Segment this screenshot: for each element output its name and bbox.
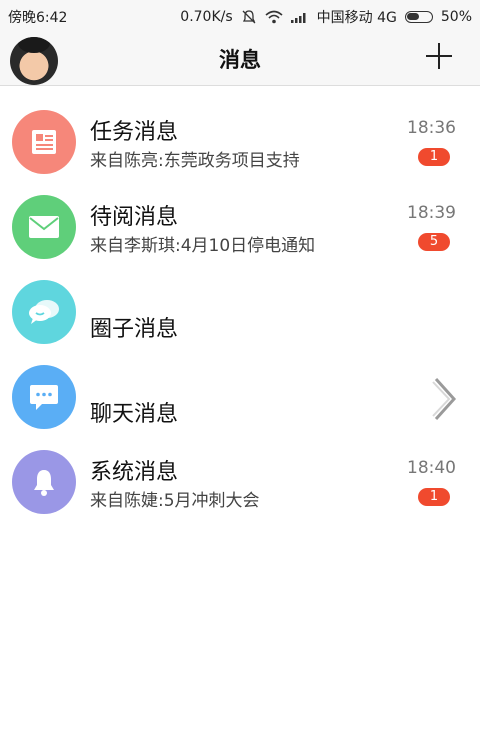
item-time: 18:36 [407, 118, 456, 138]
chevron-right-icon[interactable] [432, 377, 458, 421]
envelope-icon [12, 195, 76, 259]
message-list: 任务消息 来自陈亮:东莞政务项目支持 18:36 1 待阅消息 来自李斯琪:4月… [0, 86, 480, 514]
status-time: 傍晚6:42 [8, 10, 68, 26]
item-subtitle: 来自陈婕:5月冲刺大会 [90, 491, 260, 511]
status-bar: 傍晚6:42 0.70K/s 中国移动 4G 50% [0, 0, 480, 32]
list-item-circle[interactable]: 圈子消息 [0, 256, 480, 344]
signal-icon [290, 13, 306, 23]
newspaper-icon [12, 110, 76, 174]
unread-badge: 5 [418, 233, 450, 251]
item-title: 聊天消息 [90, 402, 179, 427]
item-time: 18:39 [407, 203, 456, 223]
network-speed: 0.70K/s [180, 9, 233, 25]
status-right: 0.70K/s 中国移动 4G 50% [180, 7, 472, 27]
item-title: 待阅消息 [90, 205, 179, 230]
item-subtitle: 来自李斯琪:4月10日停电通知 [90, 236, 316, 256]
wifi-icon [265, 10, 283, 24]
item-time: 18:40 [407, 458, 456, 478]
battery-percent: 50% [440, 9, 472, 25]
mute-bell-icon [242, 10, 256, 24]
item-title: 系统消息 [90, 460, 179, 485]
list-item-system[interactable]: 系统消息 来自陈婕:5月冲刺大会 18:40 1 [0, 426, 480, 514]
header: 消息 [0, 32, 480, 86]
chat-bubbles-icon [12, 280, 76, 344]
unread-badge: 1 [418, 148, 450, 166]
unread-badge: 1 [418, 488, 450, 506]
item-title: 任务消息 [90, 120, 179, 145]
item-subtitle: 来自陈亮:东莞政务项目支持 [90, 151, 300, 171]
add-icon[interactable] [426, 43, 452, 69]
list-item-pending-read[interactable]: 待阅消息 来自李斯琪:4月10日停电通知 18:39 5 [0, 171, 480, 259]
chat-dots-icon [12, 365, 76, 429]
carrier-label: 中国移动 4G [316, 10, 397, 26]
list-item-chat[interactable]: 聊天消息 [0, 341, 480, 429]
page-title: 消息 [219, 48, 261, 72]
bell-icon [12, 450, 76, 514]
item-title: 圈子消息 [90, 317, 179, 342]
list-item-task[interactable]: 任务消息 来自陈亮:东莞政务项目支持 18:36 1 [0, 86, 480, 174]
battery-icon [404, 11, 433, 23]
